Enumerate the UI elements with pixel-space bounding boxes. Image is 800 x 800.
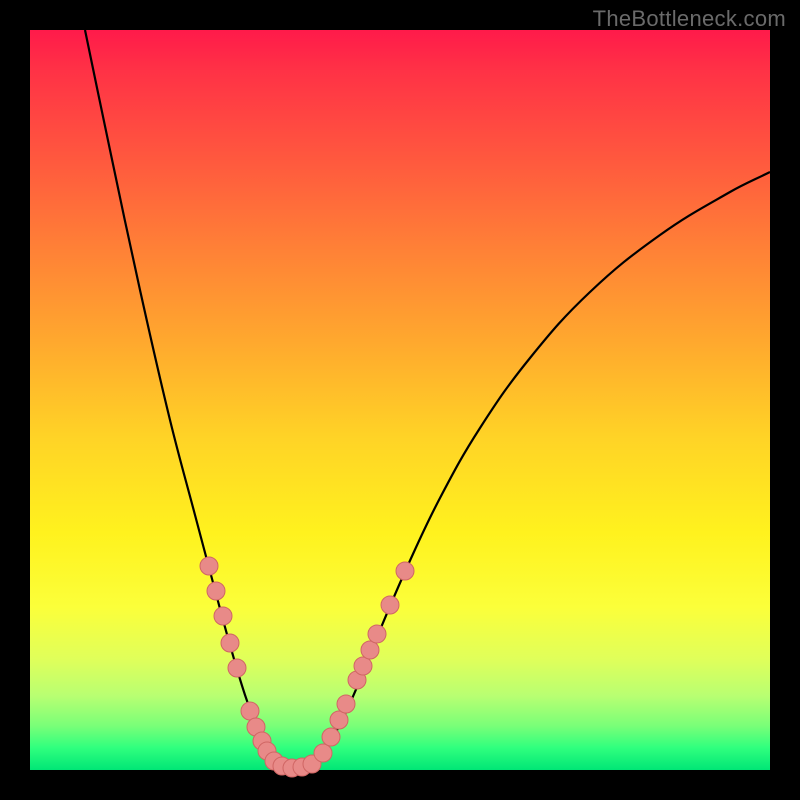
chart-plot-area [30,30,770,770]
watermark-text: TheBottleneck.com [593,6,786,32]
data-dot [200,557,218,575]
data-dot [221,634,239,652]
data-dot [368,625,386,643]
data-dot [361,641,379,659]
data-dot [396,562,414,580]
data-dot [207,582,225,600]
data-dot [214,607,232,625]
data-dot [228,659,246,677]
data-dot [381,596,399,614]
data-dots-group [200,557,414,777]
data-dot [314,744,332,762]
data-dot [330,711,348,729]
data-dot [241,702,259,720]
chart-svg [30,30,770,770]
data-dot [337,695,355,713]
bottleneck-curve [85,30,770,768]
data-dot [354,657,372,675]
data-dot [322,728,340,746]
